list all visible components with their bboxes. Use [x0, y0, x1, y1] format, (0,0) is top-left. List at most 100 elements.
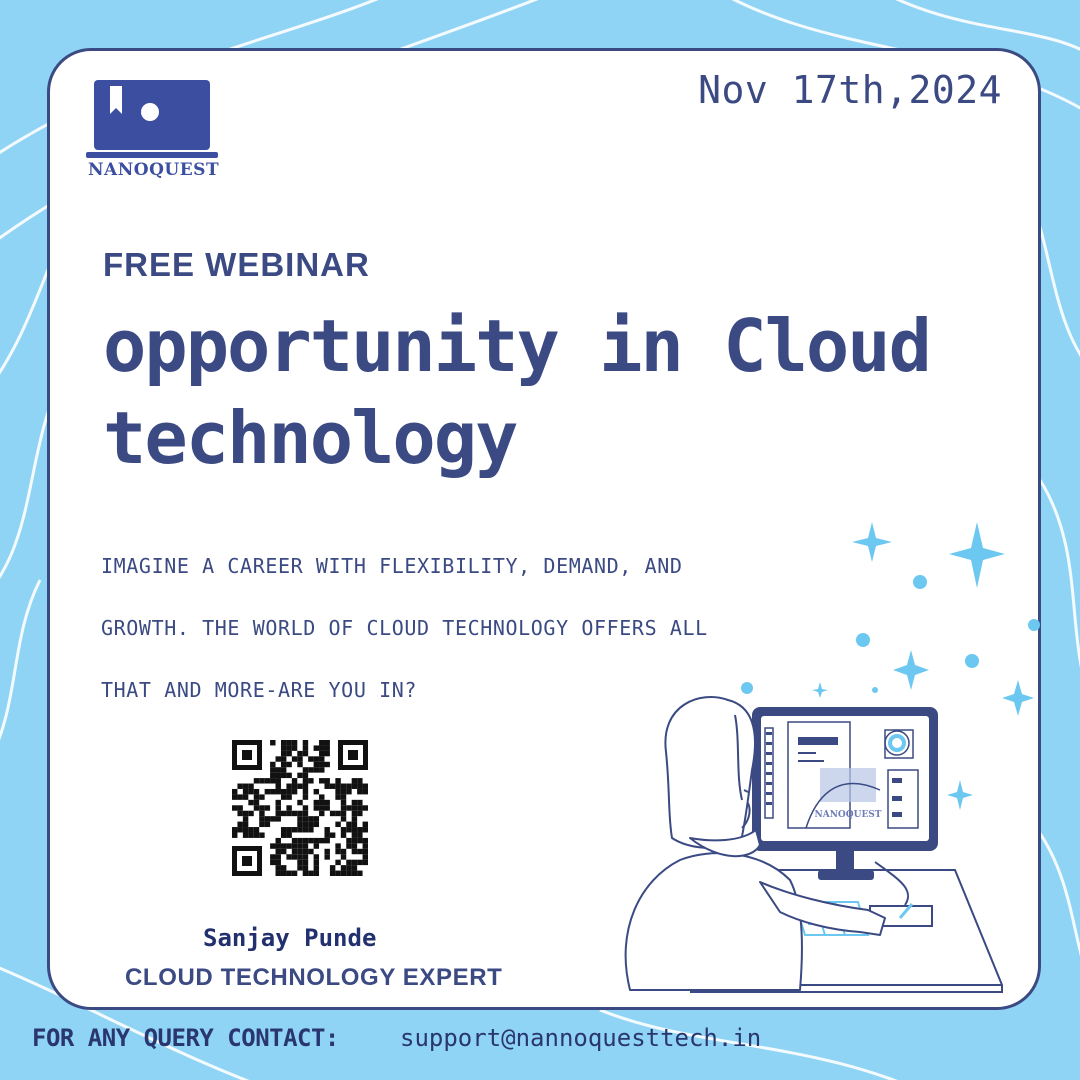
contact-email-link[interactable]: support@nannoquesttech.in	[400, 1024, 761, 1052]
qr-module	[242, 816, 249, 822]
qr-module	[324, 783, 330, 789]
qr-module	[253, 832, 260, 838]
qr-module	[297, 810, 303, 817]
qr-module	[362, 827, 368, 833]
qr-module	[286, 794, 292, 800]
qr-module	[291, 788, 298, 795]
qr-module	[313, 865, 320, 871]
qr-module	[270, 772, 276, 779]
qr-code-icon[interactable]	[232, 740, 368, 876]
qr-module	[291, 854, 298, 860]
qr-module	[302, 805, 309, 811]
qr-module	[313, 805, 320, 811]
qr-module	[280, 750, 287, 757]
qr-module	[297, 799, 303, 806]
qr-module	[302, 837, 309, 844]
qr-module	[324, 854, 330, 860]
qr-module	[319, 799, 325, 806]
qr-module	[313, 756, 320, 762]
qr-module	[280, 788, 287, 795]
qr-module	[280, 767, 287, 773]
qr-module	[351, 837, 358, 844]
qr-module	[253, 799, 260, 806]
qr-module	[351, 865, 358, 871]
qr-module	[357, 832, 363, 838]
qr-module	[232, 788, 238, 795]
qr-module	[297, 816, 303, 822]
qr-module	[346, 783, 352, 789]
person-at-computer-illustration: NANOQUEST	[624, 522, 1040, 993]
qr-module	[232, 805, 238, 811]
qr-module	[280, 794, 287, 800]
qr-module	[357, 837, 363, 844]
qr-module	[237, 821, 243, 828]
qr-module	[280, 740, 287, 746]
qr-module	[275, 810, 281, 817]
qr-module	[275, 767, 281, 773]
qr-module	[319, 767, 325, 773]
screen-logo-text: NANOQUEST	[814, 810, 881, 820]
qr-module	[319, 745, 325, 751]
qr-module	[291, 810, 298, 817]
speaker-role: CLOUD TECHNOLOGY EXPERT	[125, 964, 503, 991]
qr-module	[270, 843, 276, 849]
qr-module	[275, 816, 281, 822]
qr-module	[308, 837, 314, 844]
qr-module	[313, 816, 320, 822]
qr-module	[351, 783, 358, 789]
qr-module	[248, 783, 254, 789]
qr-module	[253, 827, 260, 833]
qr-module	[286, 854, 292, 860]
qr-module	[308, 756, 314, 762]
qr-module	[308, 816, 314, 822]
qr-module	[286, 805, 292, 811]
qr-module	[308, 827, 314, 833]
qr-module	[275, 805, 281, 811]
qr-module	[319, 810, 325, 817]
qr-module	[362, 843, 368, 849]
qr-module	[286, 870, 292, 876]
qr-module	[302, 854, 309, 860]
qr-module	[275, 848, 281, 855]
qr-module	[308, 821, 314, 828]
qr-module	[280, 832, 287, 838]
qr-module	[324, 848, 330, 855]
qr-module	[362, 788, 368, 795]
speaker-name: Sanjay Punde	[203, 924, 377, 952]
qr-module	[357, 859, 363, 866]
qr-module	[324, 778, 330, 784]
qr-module	[275, 799, 281, 806]
qr-module	[275, 756, 281, 762]
qr-module	[340, 854, 347, 860]
qr-module	[319, 778, 325, 784]
qr-module	[297, 865, 303, 871]
qr-module	[313, 745, 320, 751]
qr-module	[362, 854, 368, 860]
qr-module	[275, 837, 281, 844]
qr-module	[275, 870, 281, 876]
qr-module	[302, 859, 309, 866]
qr-module	[335, 821, 341, 828]
qr-module	[297, 761, 303, 768]
qr-module	[335, 810, 341, 817]
brand-wordmark: NANOQUEST	[88, 160, 220, 180]
qr-module	[302, 810, 309, 817]
qr-module	[253, 778, 260, 784]
qr-module	[313, 761, 320, 768]
qr-module	[264, 816, 271, 822]
book-screen-icon	[86, 80, 218, 158]
qr-module	[242, 810, 249, 817]
qr-module	[259, 832, 265, 838]
qr-module	[286, 783, 292, 789]
qr-module	[302, 865, 309, 871]
qr-module	[340, 827, 347, 833]
qr-module	[313, 854, 320, 860]
qr-module	[340, 794, 347, 800]
qr-module	[291, 843, 298, 849]
qr-module	[280, 865, 287, 871]
qr-module	[259, 778, 265, 784]
qr-module	[351, 816, 358, 822]
qr-module	[362, 848, 368, 855]
qr-module	[357, 783, 363, 789]
qr-module	[291, 827, 298, 833]
